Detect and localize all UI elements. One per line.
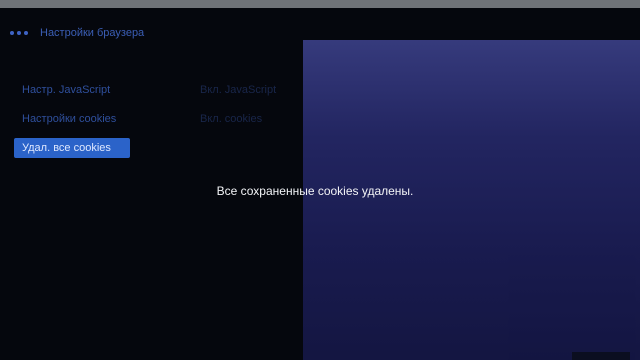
setting-label: Настройки cookies [22,113,117,125]
top-bar [0,0,640,8]
delete-cookies-button[interactable]: Удал. все cookies [14,138,130,158]
settings-list: Настр. JavaScript Вкл. JavaScript Настро… [14,80,314,167]
menu-dots-icon[interactable] [10,31,28,35]
setting-value: Вкл. cookies [200,113,263,125]
header: Настройки браузера [10,26,144,40]
setting-label: Настр. JavaScript [22,84,111,96]
setting-javascript[interactable]: Настр. JavaScript Вкл. JavaScript [14,80,314,100]
panel-corner [572,352,630,360]
panel-list [335,148,615,340]
list-item [335,228,615,243]
toast-message: Все сохраненные cookies удалены. [216,184,414,198]
list-item [335,308,615,323]
setting-delete-cookies[interactable]: Удал. все cookies [14,138,314,158]
page-title: Настройки браузера [40,27,145,39]
list-item [335,260,615,275]
setting-value: Вкл. JavaScript [200,84,277,96]
notification-toast: Все сохраненные cookies удалены. [150,181,480,201]
list-item [335,276,615,291]
button-label: Удал. все cookies [22,142,111,154]
list-item [335,148,615,163]
setting-cookies[interactable]: Настройки cookies Вкл. cookies [14,109,314,129]
list-item [335,212,615,227]
list-item [335,244,615,259]
list-item [335,292,615,307]
list-item [335,164,615,179]
list-item [335,324,615,339]
